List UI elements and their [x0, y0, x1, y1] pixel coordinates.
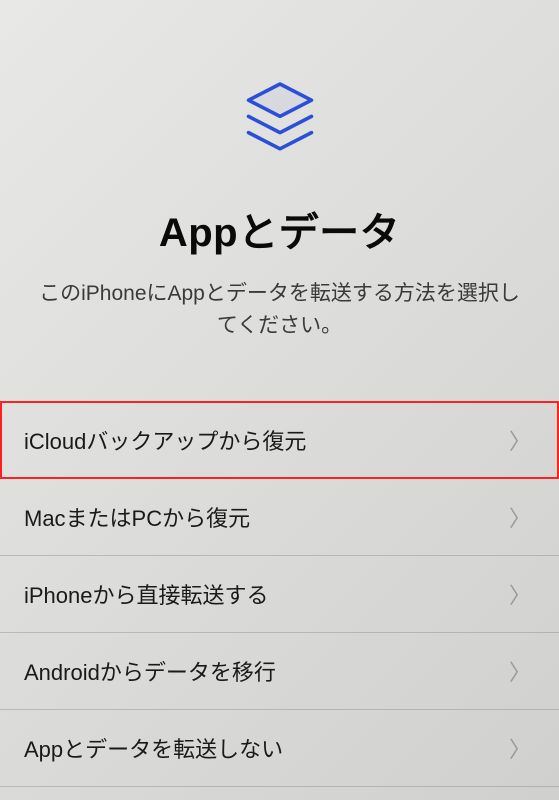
option-label: Appとデータを転送しない — [24, 732, 283, 764]
option-mac-pc-restore[interactable]: MacまたはPCから復元 〉 — [0, 479, 559, 556]
chevron-right-icon: 〉 — [509, 655, 531, 687]
option-android-migrate[interactable]: Androidからデータを移行 〉 — [0, 633, 559, 710]
option-no-transfer[interactable]: Appとデータを転送しない 〉 — [0, 710, 559, 787]
chevron-right-icon: 〉 — [509, 501, 531, 533]
page-title: Appとデータ — [159, 200, 400, 258]
page-subtitle: このiPhoneにAppとデータを転送する方法を選択してください。 — [0, 278, 559, 341]
option-label: iCloudバックアップから復元 — [24, 424, 306, 456]
option-iphone-direct-transfer[interactable]: iPhoneから直接転送する 〉 — [0, 556, 559, 633]
setup-screen: Appとデータ このiPhoneにAppとデータを転送する方法を選択してください… — [0, 0, 559, 800]
option-label: iPhoneから直接転送する — [24, 578, 269, 610]
chevron-right-icon: 〉 — [509, 732, 531, 764]
option-label: Androidからデータを移行 — [24, 655, 276, 687]
options-list: iCloudバックアップから復元 〉 MacまたはPCから復元 〉 iPhone… — [0, 401, 559, 787]
option-icloud-backup-restore[interactable]: iCloudバックアップから復元 〉 — [0, 401, 559, 479]
layers-icon — [235, 75, 325, 170]
chevron-right-icon: 〉 — [509, 424, 531, 456]
chevron-right-icon: 〉 — [509, 578, 531, 610]
option-label: MacまたはPCから復元 — [24, 501, 250, 533]
